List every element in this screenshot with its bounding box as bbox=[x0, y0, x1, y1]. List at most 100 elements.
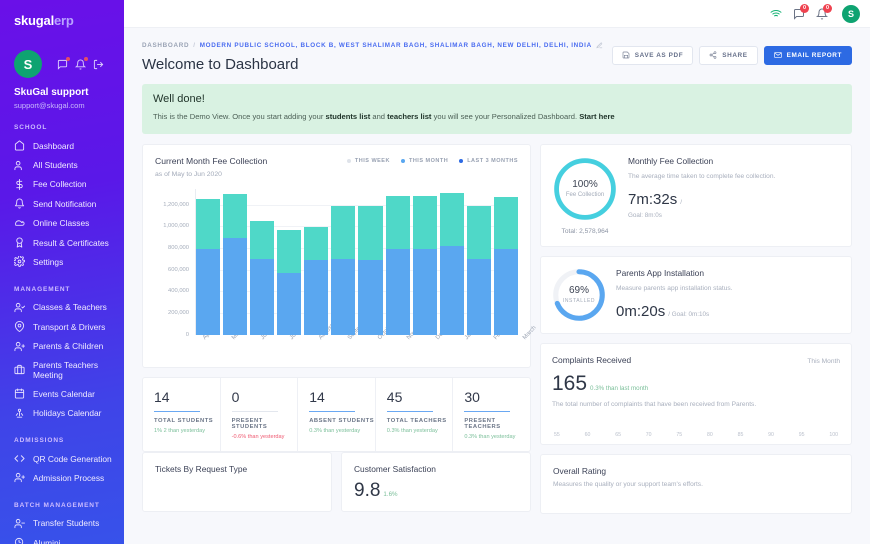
banner-start-here-link[interactable]: Start here bbox=[579, 112, 614, 121]
chart-legend: THIS WEEK THIS MONTH LAST 3 MONTHS bbox=[346, 156, 518, 164]
sidebar-item-dashboard[interactable]: Dashboard bbox=[0, 136, 124, 155]
fee-collection-chart-card: Current Month Fee Collection as of May t… bbox=[142, 143, 537, 368]
complaints-period: This Month bbox=[807, 357, 840, 365]
stat-rule bbox=[464, 410, 511, 413]
chart-bar[interactable] bbox=[223, 194, 248, 335]
chart-bar[interactable] bbox=[358, 206, 383, 335]
share-button[interactable]: SHARE bbox=[699, 46, 758, 65]
chart-plot: 0 200,000 400,000 600,000 800,000 1,000,000 1,… bbox=[155, 188, 537, 359]
bar-segment-last-3-months bbox=[466, 206, 491, 260]
sidebar-item-online-classes[interactable]: Online Classes bbox=[0, 214, 124, 233]
logout-icon[interactable] bbox=[93, 59, 104, 70]
sidebar-nav: SCHOOL Dashboard All Students Fee Collectio… bbox=[0, 110, 124, 544]
legend-swatch bbox=[346, 158, 351, 163]
sidebar-item-transport-drivers[interactable]: Transport & Drivers bbox=[0, 317, 124, 336]
bell-icon[interactable] bbox=[74, 57, 88, 70]
legend-item[interactable]: THIS MONTH bbox=[400, 158, 448, 164]
sidebar-item-label: Fee Collection bbox=[33, 179, 87, 190]
sidebar-item-label: Transport & Drivers bbox=[33, 321, 106, 332]
bar-segment-this-month bbox=[385, 248, 410, 335]
save-as-pdf-button[interactable]: SAVE AS PDF bbox=[611, 46, 694, 65]
sidebar-item-result-certificates[interactable]: Result & Certificates bbox=[0, 233, 124, 252]
complaints-axis-tick: 75 bbox=[676, 432, 683, 439]
legend-item[interactable]: THIS WEEK bbox=[346, 158, 390, 164]
chart-bar[interactable] bbox=[412, 196, 437, 335]
chat-badge: 0 bbox=[800, 3, 809, 13]
bar-segment-last-3-months bbox=[331, 205, 356, 260]
bar-segment-this-month bbox=[304, 260, 329, 335]
chart-bar[interactable] bbox=[250, 221, 275, 335]
bar-segment-this-month bbox=[196, 249, 221, 335]
app-card-title: Parents App Installation bbox=[616, 267, 704, 278]
banner-bold-students: students list bbox=[325, 112, 371, 121]
stat-label: PRESENT STUDENTS bbox=[231, 418, 268, 431]
sidebar-item-qr-code-generation[interactable]: QR Code Generation bbox=[0, 449, 124, 468]
legend-swatch bbox=[459, 158, 464, 163]
page-title: Welcome to Dashboard bbox=[142, 56, 299, 73]
banner-text-3: you will see your Personalized Dashboard… bbox=[431, 112, 580, 121]
customer-satisfaction-card: Customer Satisfaction 9.8 1.6% bbox=[341, 452, 531, 513]
bar-segment-this-month bbox=[412, 248, 437, 335]
app-donut-caption: INSTALLED bbox=[562, 298, 596, 305]
cloud-icon bbox=[14, 218, 25, 229]
rating-title: Overall Rating bbox=[553, 466, 607, 477]
stat-rule bbox=[231, 410, 278, 413]
email-report-button[interactable]: EMAIL REPORT bbox=[763, 46, 852, 65]
complaints-axis-tick: 60 bbox=[584, 432, 591, 439]
app-root: skugalerp S SkuGal support support@skuga… bbox=[0, 0, 870, 544]
sidebar-item-parents-teachers-meeting[interactable]: Parents Teachers Meeting bbox=[0, 356, 124, 384]
avatar[interactable]: S bbox=[842, 4, 860, 23]
sidebar-item-parents-children[interactable]: Parents & Children bbox=[0, 336, 124, 355]
sidebar-item-classes-teachers[interactable]: Classes & Teachers bbox=[0, 298, 124, 317]
share-label: SHARE bbox=[722, 52, 748, 59]
legend-swatch bbox=[400, 158, 405, 163]
fee-total: Total: 2,578,964 bbox=[561, 227, 609, 235]
chart-bar[interactable] bbox=[277, 229, 302, 335]
sidebar-item-events-calendar[interactable]: Events Calendar bbox=[0, 384, 124, 403]
brand-logo[interactable]: skugalerp bbox=[0, 0, 124, 28]
sidebar-item-admission-process[interactable]: Admission Process bbox=[0, 468, 124, 487]
legend-item[interactable]: LAST 3 MONTHS bbox=[459, 158, 518, 164]
fee-card-value: 7m:32s / bbox=[628, 190, 682, 208]
chat-badge bbox=[66, 57, 70, 61]
chart-x-axis: AprilMayJuneJulyAugustSeptemberOctoberNo… bbox=[195, 316, 537, 359]
csat-title: Customer Satisfaction bbox=[354, 464, 436, 475]
bar-segment-last-3-months bbox=[277, 229, 302, 273]
sidebar-item-label: All Students bbox=[33, 160, 78, 171]
wifi-icon[interactable] bbox=[770, 8, 782, 20]
complaints-delta: 0.3% than last month bbox=[590, 384, 649, 392]
chart-bar[interactable] bbox=[493, 196, 518, 335]
chart-bar[interactable] bbox=[304, 227, 329, 335]
stat-value: 30 bbox=[464, 388, 480, 405]
stat-value: 0 bbox=[231, 388, 240, 405]
chat-icon[interactable]: 0 bbox=[793, 3, 809, 20]
sidebar-item-transfer-students[interactable]: Transfer Students bbox=[0, 514, 124, 533]
sidebar-item-send-notification[interactable]: Send Notification bbox=[0, 194, 124, 213]
y-axis-tick: 1,000,000 bbox=[163, 223, 189, 230]
chart-title: Current Month Fee Collection bbox=[155, 155, 268, 166]
chart-bar[interactable] bbox=[439, 192, 464, 335]
bar-segment-this-month bbox=[493, 248, 518, 335]
bell-icon[interactable]: 0 bbox=[815, 3, 832, 20]
bar-segment-last-3-months bbox=[223, 194, 248, 238]
breadcrumb-root[interactable]: DASHBOARD bbox=[142, 42, 189, 49]
complaints-axis-tick: 100 bbox=[829, 432, 838, 439]
sidebar-item-label: Holidays Calendar bbox=[33, 408, 102, 419]
avatar[interactable]: S bbox=[14, 50, 42, 78]
fee-card-desc: The average time taken to complete fee c… bbox=[628, 172, 776, 180]
sidebar-item-fee-collection[interactable]: Fee Collection bbox=[0, 175, 124, 194]
sidebar-item-all-students[interactable]: All Students bbox=[0, 155, 124, 174]
breadcrumb-current[interactable]: MODERN PUBLIC SCHOOL, BLOCK B, WEST SHAL… bbox=[200, 42, 592, 49]
chart-bar[interactable] bbox=[385, 196, 410, 335]
sidebar-item-settings[interactable]: Settings bbox=[0, 252, 124, 271]
chart-bar[interactable] bbox=[196, 199, 221, 335]
parents-app-installation-card: 69% INSTALLED Parents App Installation M… bbox=[540, 255, 852, 334]
fee-card-title: Monthly Fee Collection bbox=[628, 155, 714, 166]
pencil-icon[interactable] bbox=[596, 42, 603, 49]
sidebar-item-alumini[interactable]: Alumini bbox=[0, 533, 124, 544]
chart-bar[interactable] bbox=[466, 206, 491, 335]
chart-bar[interactable] bbox=[331, 205, 356, 335]
chat-icon[interactable] bbox=[57, 57, 70, 70]
page-content: DASHBOARD / MODERN PUBLIC SCHOOL, BLOCK … bbox=[124, 28, 870, 515]
sidebar-item-holidays-calendar[interactable]: Holidays Calendar bbox=[0, 404, 124, 423]
